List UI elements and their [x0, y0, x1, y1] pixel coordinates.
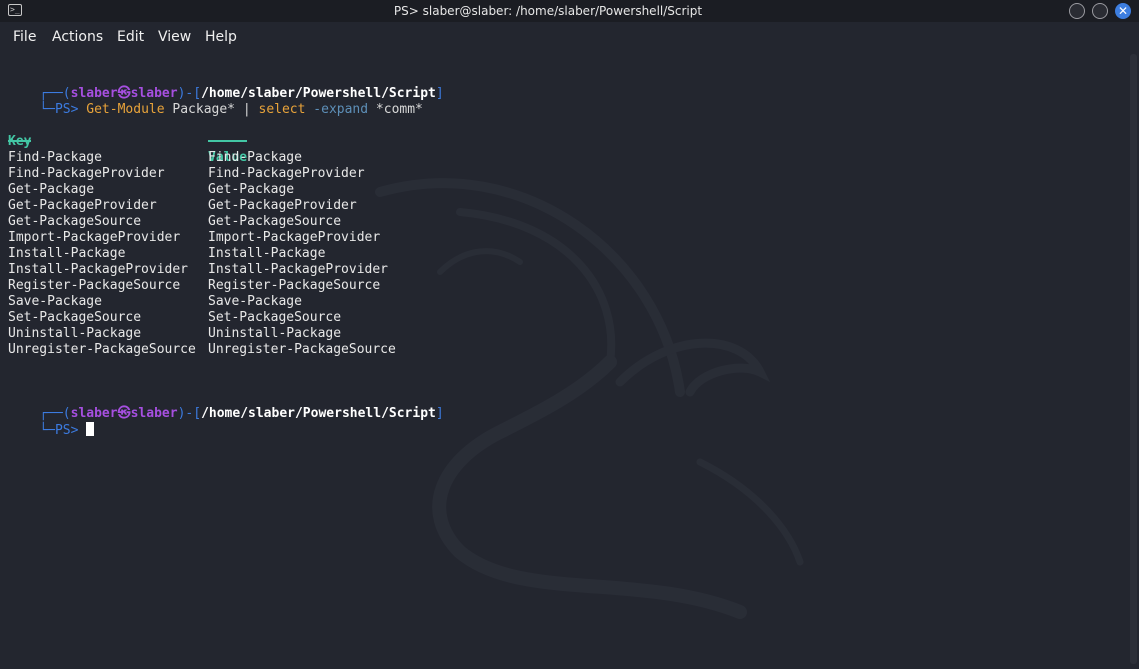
table-row: Set-PackageSource Set-PackageSource — [8, 310, 608, 326]
row-key: Unregister-PackageSource — [8, 342, 196, 357]
row-value: Get-PackageProvider — [208, 198, 357, 213]
prompt-line-2: ┌──(slaber㉿slaber)-[/home/slaber/Powersh… — [8, 390, 443, 421]
prompt-close: ] — [435, 86, 444, 101]
row-value: Uninstall-Package — [208, 326, 342, 341]
scrollbar-thumb[interactable] — [1130, 54, 1137, 664]
command-name-2: select — [258, 102, 306, 117]
title-bar: >_ PS> slaber@slaber: /home/slaber/Power… — [0, 0, 1139, 22]
prompt-frame-bottom: └─ — [39, 423, 55, 438]
row-value: Save-Package — [208, 294, 302, 309]
prompt-line-1: ┌──(slaber㉿slaber)-[/home/slaber/Powersh… — [8, 70, 443, 101]
command-arg: Package* — [172, 102, 236, 117]
command-line-2[interactable]: └─PS> — [8, 406, 95, 438]
table-row: Import-PackageProvider Import-PackageProv… — [8, 230, 608, 246]
prompt-sep: )-[ — [177, 406, 202, 421]
row-value: Find-Package — [208, 150, 302, 165]
row-value: Install-PackageProvider — [208, 262, 389, 277]
row-key: Uninstall-Package — [8, 326, 142, 341]
row-key: Install-Package — [8, 246, 126, 261]
table-row: Get-PackageProvider Get-PackageProvider — [8, 198, 608, 214]
row-key: Get-PackageSource — [8, 214, 142, 229]
row-key: Register-PackageSource — [8, 278, 181, 293]
row-key: Get-PackageProvider — [8, 198, 157, 213]
row-key: Import-PackageProvider — [8, 230, 181, 245]
menu-edit[interactable]: Edit — [117, 29, 144, 45]
row-key: Find-PackageProvider — [8, 166, 165, 181]
table-row: Unregister-PackageSource Unregister-Packa… — [8, 342, 608, 358]
row-key: Install-PackageProvider — [8, 262, 189, 277]
command-line-1: └─PS> Get-Module Package* | select -expa… — [8, 86, 423, 117]
skull-icon: ㉿ — [117, 406, 131, 421]
row-value: Find-PackageProvider — [208, 166, 365, 181]
close-button[interactable]: ✕ — [1115, 3, 1131, 19]
table-row: Register-PackageSource Register-PackageSo… — [8, 278, 608, 294]
row-value: Get-Package — [208, 182, 295, 197]
row-value: Import-PackageProvider — [208, 230, 381, 245]
table-row: Uninstall-Package Uninstall-Package — [8, 326, 608, 342]
table-header: Key Value — [8, 118, 608, 165]
menu-view[interactable]: View — [158, 29, 191, 45]
row-value: Install-Package — [208, 246, 326, 261]
window-title: PS> slaber@slaber: /home/slaber/Powershe… — [393, 4, 703, 18]
maximize-button[interactable] — [1092, 3, 1108, 19]
scrollbar[interactable] — [1128, 52, 1139, 669]
header-key-underline — [8, 140, 31, 142]
table-row: Install-Package Install-Package — [8, 246, 608, 262]
row-value: Unregister-PackageSource — [208, 342, 396, 357]
command-arg-2: *comm* — [375, 102, 423, 117]
command-param: -expand — [313, 102, 369, 117]
table-row: Get-PackageSource Get-PackageSource — [8, 214, 608, 230]
ps-prompt: PS> — [54, 102, 79, 117]
table-row: Find-PackageProvider Find-PackageProvider — [8, 166, 608, 182]
row-key: Find-Package — [8, 150, 102, 165]
minimize-button[interactable] — [1069, 3, 1085, 19]
table-row: Find-Package Find-Package — [8, 150, 608, 166]
menu-file[interactable]: File — [13, 29, 36, 45]
row-value: Get-PackageSource — [208, 214, 342, 229]
row-key: Save-Package — [8, 294, 102, 309]
prompt-path: /home/slaber/Powershell/Script — [201, 406, 436, 421]
menu-actions[interactable]: Actions — [52, 29, 103, 45]
pipe-symbol: | — [242, 102, 251, 117]
table-row: Save-Package Save-Package — [8, 294, 608, 310]
row-value: Register-PackageSource — [208, 278, 381, 293]
prompt-close: ] — [435, 406, 444, 421]
menu-bar: File Actions Edit View Help — [0, 22, 1139, 52]
command-name: Get-Module — [86, 102, 165, 117]
table-row: Install-PackageProvider Install-PackagePr… — [8, 262, 608, 278]
header-key: Key — [8, 134, 31, 150]
table-row: Get-Package Get-Package — [8, 182, 608, 198]
row-key: Get-Package — [8, 182, 95, 197]
prompt-host: slaber — [130, 406, 178, 421]
row-key: Set-PackageSource — [8, 310, 142, 325]
prompt-frame-bottom: └─ — [39, 102, 55, 117]
terminal-area[interactable]: ┌──(slaber㉿slaber)-[/home/slaber/Powersh… — [0, 52, 1127, 669]
header-value-underline — [208, 140, 247, 142]
ps-prompt: PS> — [54, 423, 79, 438]
menu-help[interactable]: Help — [205, 29, 237, 45]
row-value: Set-PackageSource — [208, 310, 342, 325]
text-cursor — [86, 422, 95, 436]
